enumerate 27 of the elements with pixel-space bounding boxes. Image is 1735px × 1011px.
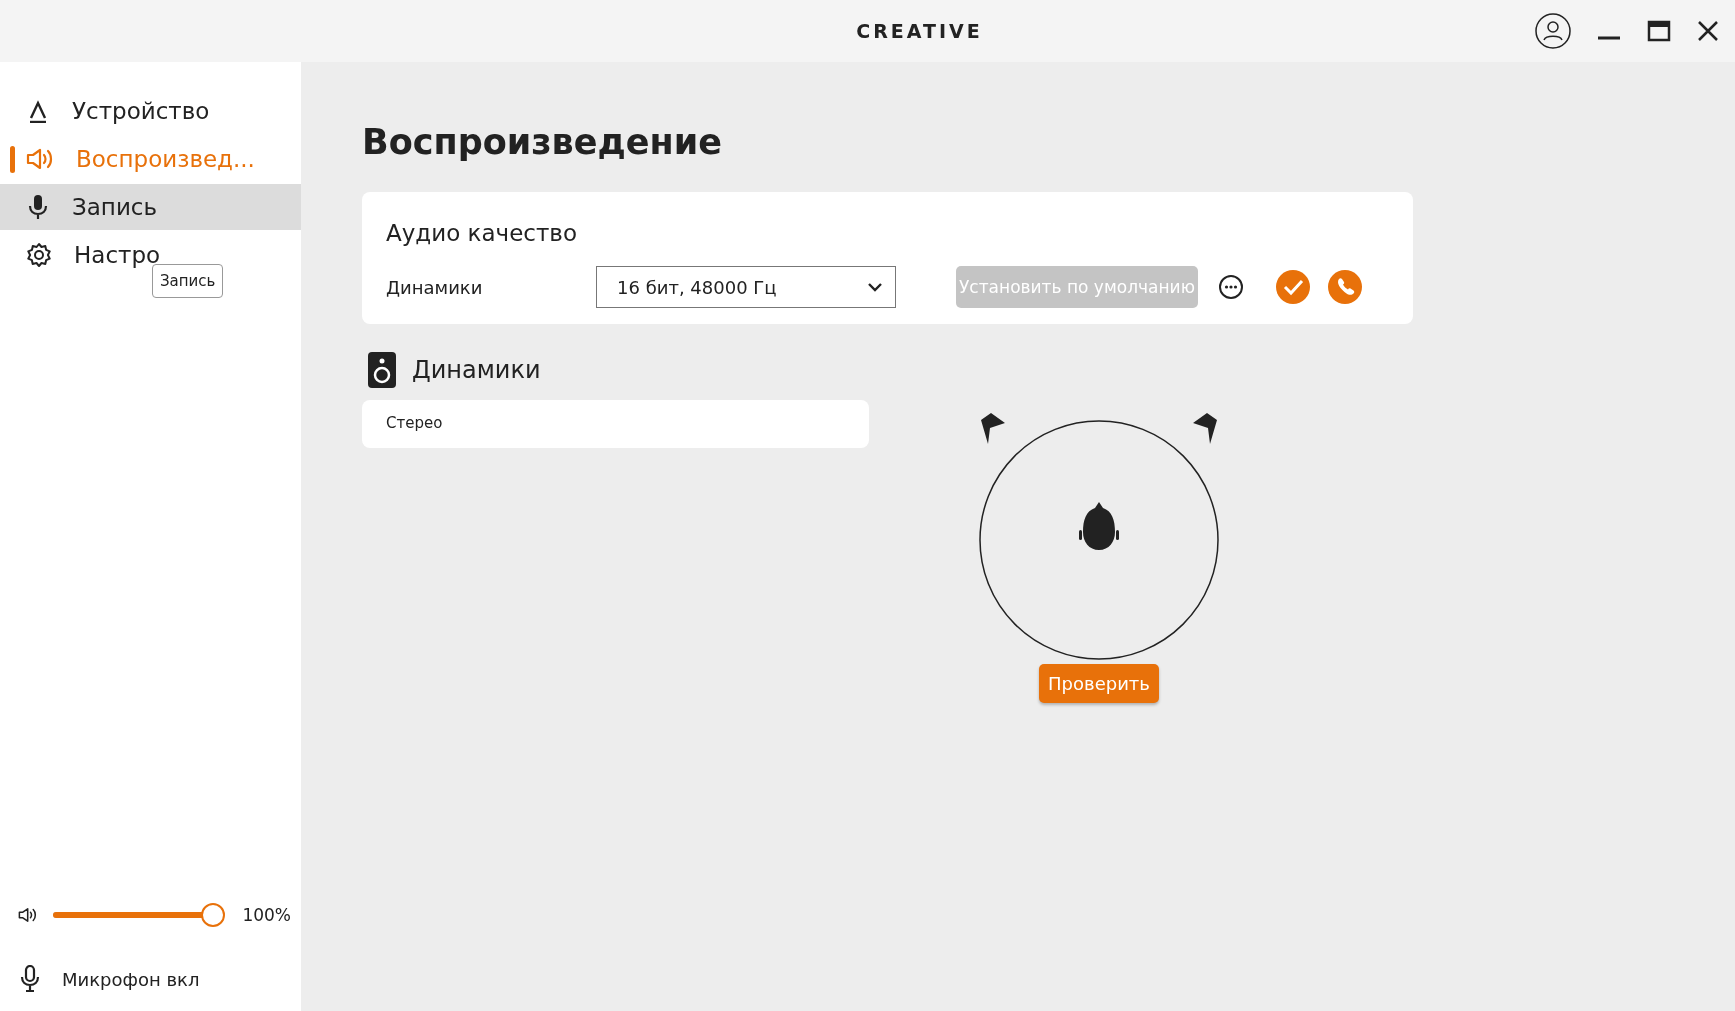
close-icon[interactable] <box>1697 20 1719 42</box>
phone-icon[interactable] <box>1327 270 1362 304</box>
speaker-mode-item[interactable]: Стерео <box>362 400 869 448</box>
speakers-label: Динамики <box>386 276 484 298</box>
chevron-down-icon <box>867 282 883 292</box>
tooltip: Запись <box>152 264 224 298</box>
microphone-label: Микрофон вкл <box>62 968 200 990</box>
nav-item[interactable]: Устройство <box>0 88 301 134</box>
user-icon[interactable] <box>1535 13 1571 49</box>
volume-reading: 100% <box>242 905 291 925</box>
logo: CREATIVE <box>856 20 983 42</box>
more-icon[interactable] <box>1217 274 1244 300</box>
selection-indicator <box>10 146 15 173</box>
speaker-box-icon <box>368 352 396 388</box>
slider-thumb[interactable] <box>201 903 226 927</box>
format-dropdown[interactable]: 16 бит, 48000 Гц <box>596 266 896 308</box>
nav-item[interactable]: Запись <box>0 184 301 230</box>
settings-icon <box>26 242 52 268</box>
checkmark-icon[interactable] <box>1275 270 1310 304</box>
page-title: Воспроизведение <box>362 122 723 162</box>
microphone-icon <box>26 194 50 220</box>
card-title: Аудио качество <box>386 220 578 246</box>
speaker-icon <box>26 147 54 171</box>
section-title: Динамики <box>412 356 541 384</box>
maximize-icon[interactable] <box>1647 19 1671 43</box>
microphone-icon[interactable] <box>18 965 42 993</box>
volume-slider[interactable] <box>51 903 227 927</box>
